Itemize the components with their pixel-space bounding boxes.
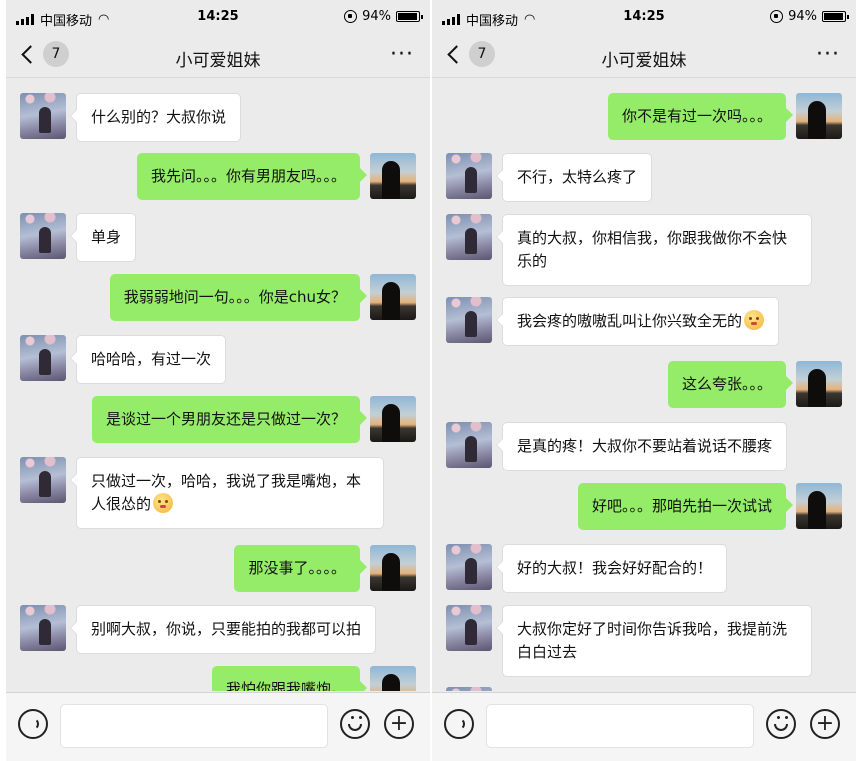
contact-avatar[interactable] <box>20 457 66 503</box>
message-line: 乐的 <box>517 252 548 270</box>
input-bar: + <box>432 692 856 761</box>
message-bubble[interactable]: 什么别的？大叔你说 <box>69 93 242 142</box>
contact-avatar[interactable] <box>446 544 492 590</box>
emoji-icon <box>153 493 174 513</box>
plus-icon: + <box>815 711 835 736</box>
battery-percent: 94% <box>788 9 817 24</box>
message-line: 人很怂的 <box>91 495 152 513</box>
message-bubble[interactable]: 只做过一次，哈哈，我说了我是嘴炮，本 人很怂的 <box>70 457 384 529</box>
message-input[interactable] <box>60 704 328 748</box>
my-avatar[interactable] <box>370 153 416 199</box>
message-bubble[interactable]: 这么夸张。。。 <box>667 361 794 408</box>
chat-screen-right: 中国移动 ◠ 14:25 94% 7 小可爱姐妹 ··· 你不是有过一次吗。。。 <box>432 0 856 761</box>
chat-screen-left: 中国移动 ◠ 14:25 94% 7 小可爱姐妹 ··· 什么别的？大叔你说 我… <box>6 0 430 761</box>
message-bubble[interactable]: 大叔你定好了时间你告诉我哈，我提前洗 白白过去 <box>496 605 812 677</box>
contact-avatar[interactable] <box>446 422 492 468</box>
my-avatar[interactable] <box>370 396 416 442</box>
message-line: 大叔你定好了时间你告诉我哈，我提前洗 <box>517 620 788 638</box>
message-bubble[interactable]: 我先问。。。你有男朋友吗。。。 <box>136 153 368 200</box>
rotation-lock-icon <box>770 10 784 23</box>
message-bubble[interactable]: 单身 <box>69 213 137 262</box>
message-bubble[interactable]: 别啊大叔，你说，只要能拍的我都可以拍 <box>69 605 377 654</box>
message-bubble[interactable]: 哈哈哈，有过一次 <box>69 335 227 384</box>
message-bubble[interactable]: 真的大叔，你相信我，你跟我做你不会快 乐的 <box>496 214 812 286</box>
message-bubble[interactable]: 不行，太特么疼了 <box>495 153 653 202</box>
nav-bar: 7 小可爱姐妹 ··· <box>432 36 856 78</box>
message-bubble[interactable]: 我怕你跟我嘴炮。 <box>211 666 368 691</box>
contact-avatar[interactable] <box>446 687 492 691</box>
contact-avatar[interactable] <box>20 213 66 259</box>
more-dots-icon[interactable]: ··· <box>390 44 414 66</box>
contact-avatar[interactable] <box>20 93 66 139</box>
contact-avatar[interactable] <box>20 335 66 381</box>
emoji-icon <box>744 310 765 330</box>
my-avatar[interactable] <box>370 274 416 320</box>
message-text: 我会疼的嗷嗷乱叫让你兴致全无的 <box>517 312 743 330</box>
battery-icon <box>822 11 849 22</box>
voice-button[interactable] <box>444 709 474 739</box>
add-button[interactable]: + <box>384 709 414 739</box>
input-bar: + <box>6 692 430 761</box>
status-bar: 中国移动 ◠ 14:25 94% <box>6 0 430 36</box>
emoji-button[interactable] <box>340 709 370 739</box>
voice-button[interactable] <box>18 709 48 739</box>
more-dots-icon[interactable]: ··· <box>816 44 840 66</box>
contact-avatar[interactable] <box>446 605 492 651</box>
message-list[interactable]: 你不是有过一次吗。。。 不行，太特么疼了 真的大叔，你相信我，你跟我做你不会快 … <box>432 79 856 691</box>
message-line: 白白过去 <box>517 643 578 661</box>
voice-icon <box>27 718 39 730</box>
message-bubble[interactable]: 我会疼的嗷嗷乱叫让你兴致全无的 <box>495 297 780 346</box>
my-avatar[interactable] <box>370 666 416 691</box>
message-bubble[interactable]: 好吧。。。那咱先拍一次试试 <box>577 483 794 530</box>
emoji-icon <box>348 715 362 731</box>
message-line: 只做过一次，哈哈，我说了我是嘴炮，本 <box>91 472 362 490</box>
contact-avatar[interactable] <box>446 153 492 199</box>
my-avatar[interactable] <box>796 93 842 139</box>
contact-avatar[interactable] <box>446 214 492 260</box>
message-bubble[interactable]: 是真的疼！大叔你不要站着说话不腰疼 <box>495 422 788 471</box>
voice-icon <box>453 718 465 730</box>
message-bubble[interactable]: 你不是有过一次吗。。。 <box>607 93 794 140</box>
plus-icon: + <box>389 711 409 736</box>
chat-title: 小可爱姐妹 <box>601 51 687 71</box>
nav-bar: 7 小可爱姐妹 ··· <box>6 36 430 78</box>
message-list[interactable]: 什么别的？大叔你说 我先问。。。你有男朋友吗。。。 单身 我弱弱地问一句。。。你… <box>6 79 430 691</box>
message-bubble[interactable]: 好的大叔！我会好好配合的！ <box>495 544 728 593</box>
contact-avatar[interactable] <box>20 605 66 651</box>
message-bubble[interactable]: 是谈过一个男朋友还是只做过一次？ <box>91 396 368 443</box>
message-line: 真的大叔，你相信我，你跟我做你不会快 <box>517 229 788 247</box>
contact-avatar[interactable] <box>446 297 492 343</box>
emoji-icon <box>774 715 788 731</box>
emoji-button[interactable] <box>766 709 796 739</box>
rotation-lock-icon <box>344 10 358 23</box>
status-bar: 中国移动 ◠ 14:25 94% <box>432 0 856 36</box>
message-bubble[interactable]: 那没事了。。。。 <box>234 545 367 592</box>
my-avatar[interactable] <box>796 361 842 407</box>
my-avatar[interactable] <box>370 545 416 591</box>
chat-title: 小可爱姐妹 <box>175 51 261 71</box>
battery-icon <box>396 11 423 22</box>
message-bubble[interactable]: 我弱弱地问一句。。。你是chu女？ <box>109 274 368 321</box>
screenshot-pair: 中国移动 ◠ 14:25 94% 7 小可爱姐妹 ··· 什么别的？大叔你说 我… <box>0 0 860 761</box>
add-button[interactable]: + <box>810 709 840 739</box>
my-avatar[interactable] <box>796 483 842 529</box>
battery-percent: 94% <box>362 9 391 24</box>
message-input[interactable] <box>486 704 754 748</box>
